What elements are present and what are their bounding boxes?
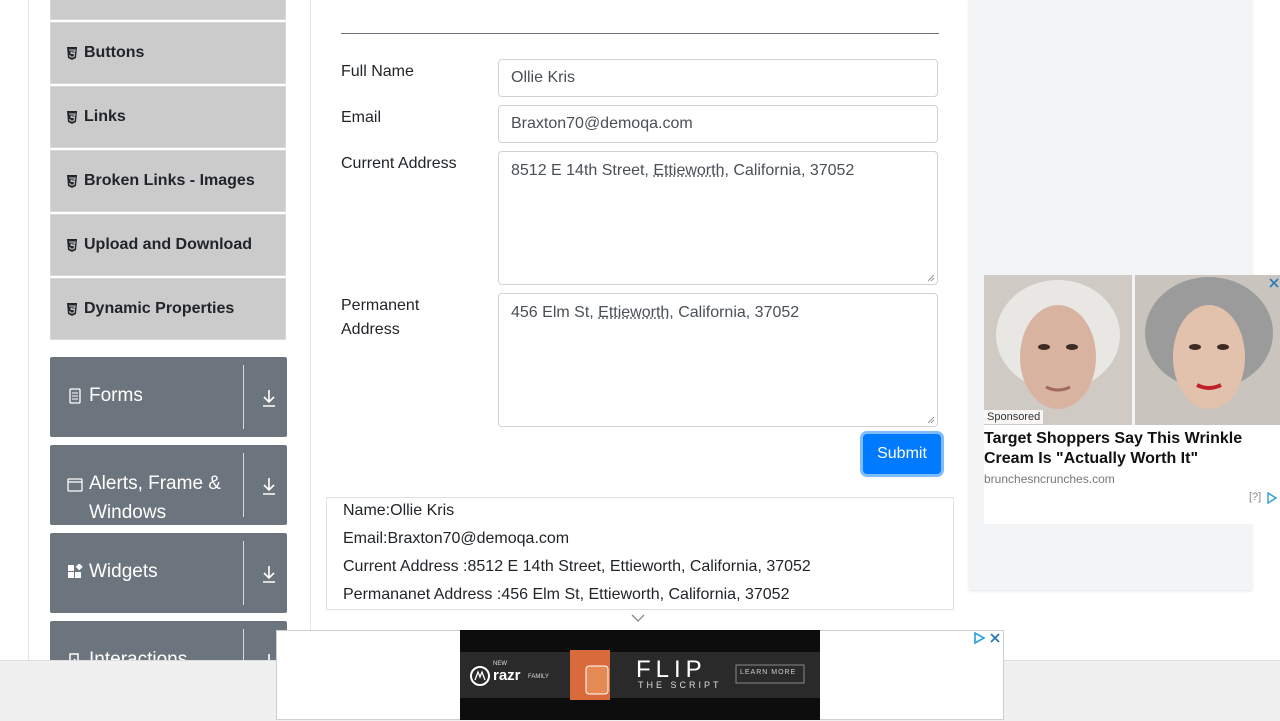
resize-handle-icon[interactable] xyxy=(927,274,935,282)
permanent-address-label-line1: Permanent xyxy=(341,297,420,314)
banner-close-icon[interactable] xyxy=(988,631,1002,645)
widgets-icon xyxy=(68,564,83,578)
sidebar-item-broken-links[interactable]: Broken Links - Images xyxy=(50,150,286,212)
sidebar-group-alerts[interactable]: Alerts, Frame & Windows xyxy=(50,445,287,525)
permanent-address-label-line2: Address xyxy=(341,321,400,338)
sidebar-item-partial[interactable] xyxy=(50,0,286,20)
current-address-text-pre: 8512 E 14th Street, xyxy=(511,162,654,179)
full-name-input[interactable]: Ollie Kris xyxy=(498,59,938,97)
html5-icon xyxy=(67,110,77,124)
ad-domain[interactable]: brunchesncrunches.com xyxy=(984,472,1115,486)
sidebar-item-label: Links xyxy=(84,108,126,125)
document-icon xyxy=(69,388,81,404)
bottom-banner-ad[interactable]: NEW razr FAMILY FLIP THE SCRIPT LEARN MO… xyxy=(460,630,820,720)
download-icon[interactable] xyxy=(261,565,277,583)
html5-icon xyxy=(67,302,77,316)
current-address-text-post: , California, 37052 xyxy=(724,162,855,179)
ad-face-right-image xyxy=(1135,275,1280,425)
banner-brand: razr xyxy=(493,667,521,684)
full-name-label: Full Name xyxy=(341,63,414,80)
sidebar-item-label: Buttons xyxy=(84,44,145,61)
window-icon xyxy=(67,478,83,492)
html5-icon xyxy=(67,46,77,60)
sidebar-item-buttons[interactable]: Buttons xyxy=(50,22,286,84)
output-email: Email:Braxton70@demoqa.com xyxy=(343,530,570,547)
ad-image[interactable] xyxy=(984,275,1280,425)
sidebar-group-title-line2: Windows xyxy=(89,502,167,523)
permanent-address-text-city: Ettieworth xyxy=(598,304,670,321)
sidebar-group-title: Widgets xyxy=(89,561,158,582)
sidebar-item-upload-download[interactable]: Upload and Download xyxy=(50,214,286,276)
group-separator xyxy=(243,453,244,517)
sidebar-item-label: Broken Links - Images xyxy=(84,172,255,189)
current-address-textarea[interactable]: 8512 E 14th Street, Ettieworth, Californ… xyxy=(498,151,938,285)
adchoices-icon[interactable] xyxy=(1266,492,1278,504)
output-permanent-address: Permananet Address :456 Elm St, Ettiewor… xyxy=(343,586,790,603)
email-input[interactable]: Braxton70@demoqa.com xyxy=(498,105,938,143)
email-label: Email xyxy=(341,109,382,126)
banner-cta[interactable]: LEARN MORE xyxy=(740,669,796,676)
resize-handle-icon[interactable] xyxy=(927,416,935,424)
left-border-line xyxy=(28,0,29,660)
sidebar-item-dynamic-properties[interactable]: Dynamic Properties xyxy=(50,278,286,340)
sidebar-group-forms[interactable]: Forms xyxy=(50,357,287,437)
group-separator xyxy=(243,541,244,605)
ad-face-left-image xyxy=(984,275,1132,425)
permanent-address-text-pre: 456 Elm St, xyxy=(511,304,599,321)
sidebar-divider-line xyxy=(310,0,311,660)
sidebar-item-label: Dynamic Properties xyxy=(84,300,235,317)
chevron-down-icon[interactable] xyxy=(630,612,646,624)
current-address-text-city: Ettieworth xyxy=(653,162,725,179)
sidebar-group-widgets[interactable]: Widgets xyxy=(50,533,287,613)
output-box: Name:Ollie Kris Email:Braxton70@demoqa.c… xyxy=(326,497,954,610)
download-icon[interactable] xyxy=(261,477,277,495)
banner-product-mirror: THE SCRIPT xyxy=(638,680,722,690)
sidebar-group-title-line1: Alerts, Frame & xyxy=(89,473,221,494)
sponsored-label: Sponsored xyxy=(984,410,1044,424)
download-icon[interactable] xyxy=(261,389,277,407)
current-address-label: Current Address xyxy=(341,155,457,172)
sidebar-item-links[interactable]: Links xyxy=(50,86,286,148)
permanent-address-textarea[interactable]: 456 Elm St, Ettieworth, California, 3705… xyxy=(498,293,938,427)
ad-close-icon[interactable] xyxy=(1268,277,1280,289)
group-separator xyxy=(243,365,244,429)
output-name: Name:Ollie Kris xyxy=(343,502,455,519)
html5-icon xyxy=(67,238,77,252)
banner-family: FAMILY xyxy=(528,674,549,680)
adchoices-icon[interactable] xyxy=(972,631,986,645)
form-divider xyxy=(341,33,939,34)
ad-help-link[interactable]: [?] xyxy=(1249,491,1261,503)
submit-button[interactable]: Submit xyxy=(863,434,941,474)
sidebar-group-title: Forms xyxy=(89,385,143,406)
permanent-address-text-post: , California, 37052 xyxy=(669,304,800,321)
sidebar-item-label: Upload and Download xyxy=(84,236,252,253)
html5-icon xyxy=(67,174,77,188)
ad-headline[interactable]: Target Shoppers Say This Wrinkle Cream I… xyxy=(984,429,1259,469)
output-current-address: Current Address :8512 E 14th Street, Ett… xyxy=(343,558,811,575)
